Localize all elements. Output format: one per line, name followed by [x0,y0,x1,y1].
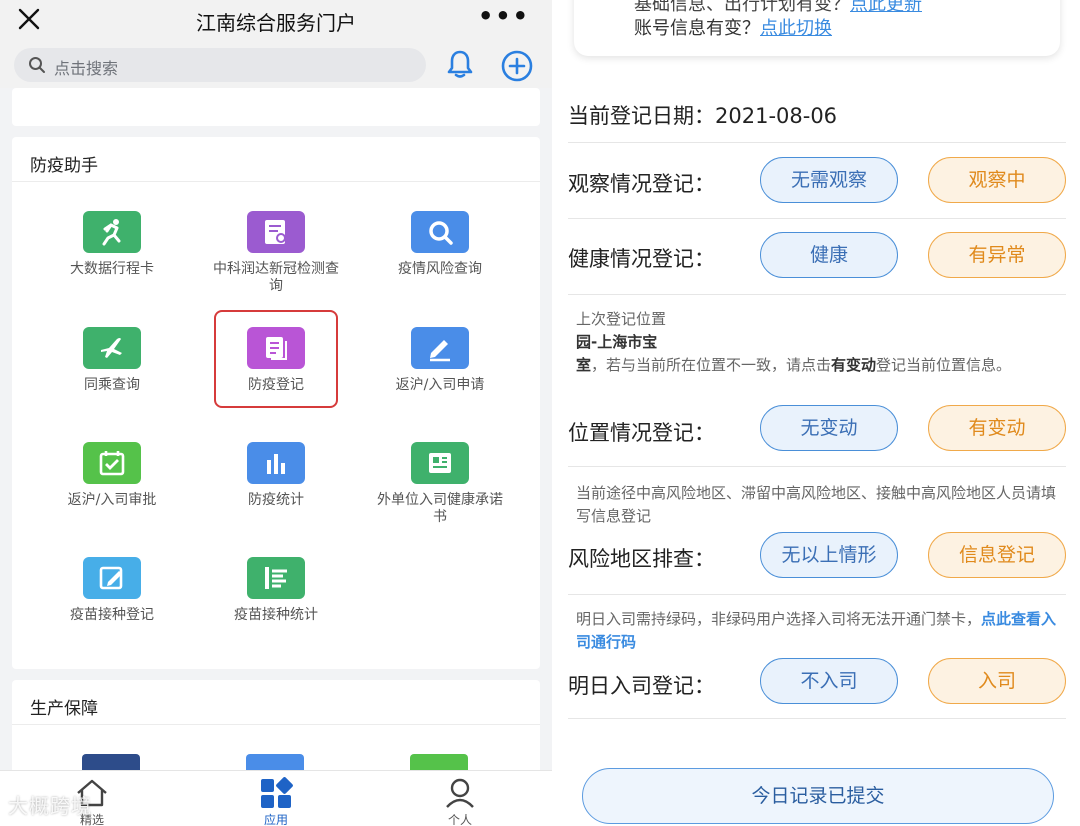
divider [568,218,1066,219]
app-visitor-health-pledge[interactable]: 外单位入司健康承诺书 [360,442,520,526]
page-title: 江南综合服务门户 [196,11,356,35]
app-return-entry-application[interactable]: 返沪/入司申请 [360,327,520,394]
pen-icon [411,327,469,369]
tab-apps[interactable]: 应用 [236,777,316,826]
app-vaccine-statistics[interactable]: 疫苗接种统计 [196,557,356,624]
app-label: 防疫统计 [248,492,304,508]
app-label: 返沪/入司申请 [395,377,485,393]
current-registration-date: 当前登记日期：2021-08-06 [568,104,838,128]
abnormal-button[interactable]: 有异常 [928,232,1066,278]
section-title: 生产保障 [30,699,98,719]
app-label: 外单位入司健康承诺书 [377,492,503,525]
tab-label: 个人 [447,813,472,826]
healthy-button[interactable]: 健康 [760,232,898,278]
search-icon [29,57,45,73]
app-itinerary-card[interactable]: 大数据行程卡 [32,211,192,278]
risk-area-label: 风险地区排查： [568,547,715,571]
app-label: 疫苗接种登记 [70,607,154,623]
update-info-link[interactable]: 点此更新 [850,0,922,15]
newspaper-icon [411,442,469,484]
list-icon [247,557,305,599]
app-label: 中科润达新冠检测查询 [213,261,339,294]
switch-account-link[interactable]: 点此切换 [760,18,832,39]
changed-button[interactable]: 有变动 [928,405,1066,451]
app-label: 疫苗接种统计 [234,607,318,623]
info-registration-button[interactable]: 信息登记 [928,532,1066,578]
risk-note: 当前途径中高风险地区、滞留中高风险地区、接触中高风险地区人员请填写信息登记 [576,484,1057,525]
more-options-icon[interactable]: ••• [478,2,530,30]
tab-label: 应用 [263,813,288,826]
app-label: 同乘查询 [84,377,140,393]
observation-label: 观察情况登记： [568,172,715,196]
divider [568,294,1066,295]
none-of-above-button[interactable]: 无以上情形 [760,532,898,578]
app-label: 大数据行程卡 [70,261,154,277]
calendar-check-icon [83,442,141,484]
search-placeholder: 点击搜索 [54,59,119,78]
title-bar: 江南综合服务门户 ••• [0,0,552,42]
entry-note: 明日入司需持绿码，非绿码用户选择入司将无法开通门禁卡，点此查看入司通行码 [576,610,1057,651]
divider [568,594,1066,595]
submitted-button[interactable]: 今日记录已提交 [582,768,1054,824]
apps-grid-icon [261,777,293,808]
section-title: 防疫助手 [30,156,98,176]
search-icon [411,211,469,253]
banner-line: 账号信息有变？点此切换 [634,18,832,39]
watermark-text: 大概跨境 [8,794,92,818]
epidemic-registration-form: 基础信息、出行计划有变？点此更新 账号信息有变？点此切换 当前登记日期：2021… [552,0,1080,826]
tab-personal[interactable]: 个人 [420,777,500,826]
user-icon [446,778,474,808]
airplane-icon [83,327,141,369]
search-input[interactable]: 点击搜索 [14,48,426,82]
app-risk-query[interactable]: 疫情风险查询 [360,211,520,278]
app-label: 疫情风险查询 [398,261,482,277]
tomorrow-entry-label: 明日入司登记： [568,674,715,698]
location-note: 上次登记位置 园-上海市宝 室，若与当前所在位置不一致，请点击有变动登记当前位置… [576,310,1012,374]
top-card [12,88,540,126]
app-vaccine-registration[interactable]: 疫苗接种登记 [32,557,192,624]
date-value: 2021-08-06 [715,104,838,128]
app-co-passenger-query[interactable]: 同乘查询 [32,327,192,394]
divider [12,724,540,725]
document-search-icon [247,211,305,253]
app-label: 返沪/入司审批 [67,492,157,508]
divider [568,466,1066,467]
app-portal-panel: 江南综合服务门户 ••• 点击搜索 防疫助手 大数据行程卡 中科润达新冠检测查询 [0,0,552,826]
bell-icon[interactable] [444,48,476,80]
health-label: 健康情况登记： [568,247,715,271]
add-icon[interactable] [500,49,534,83]
app-covid-test-query[interactable]: 中科润达新冠检测查询 [196,211,356,295]
info-banner: 基础信息、出行计划有变？点此更新 账号信息有变？点此切换 [574,0,1060,56]
location-label: 位置情况登记： [568,421,715,445]
app-return-entry-approval[interactable]: 返沪/入司审批 [32,442,192,509]
bar-chart-icon [247,442,305,484]
running-man-icon [83,211,141,253]
app-epidemic-statistics[interactable]: 防疫统计 [196,442,356,509]
highlight-box [214,310,338,408]
divider [568,142,1066,143]
no-entry-button[interactable]: 不入司 [760,658,898,704]
divider [568,718,1066,719]
under-observation-button[interactable]: 观察中 [928,157,1066,203]
edit-icon [83,557,141,599]
entry-button[interactable]: 入司 [928,658,1066,704]
no-observation-button[interactable]: 无需观察 [760,157,898,203]
divider [12,181,540,182]
no-change-button[interactable]: 无变动 [760,405,898,451]
